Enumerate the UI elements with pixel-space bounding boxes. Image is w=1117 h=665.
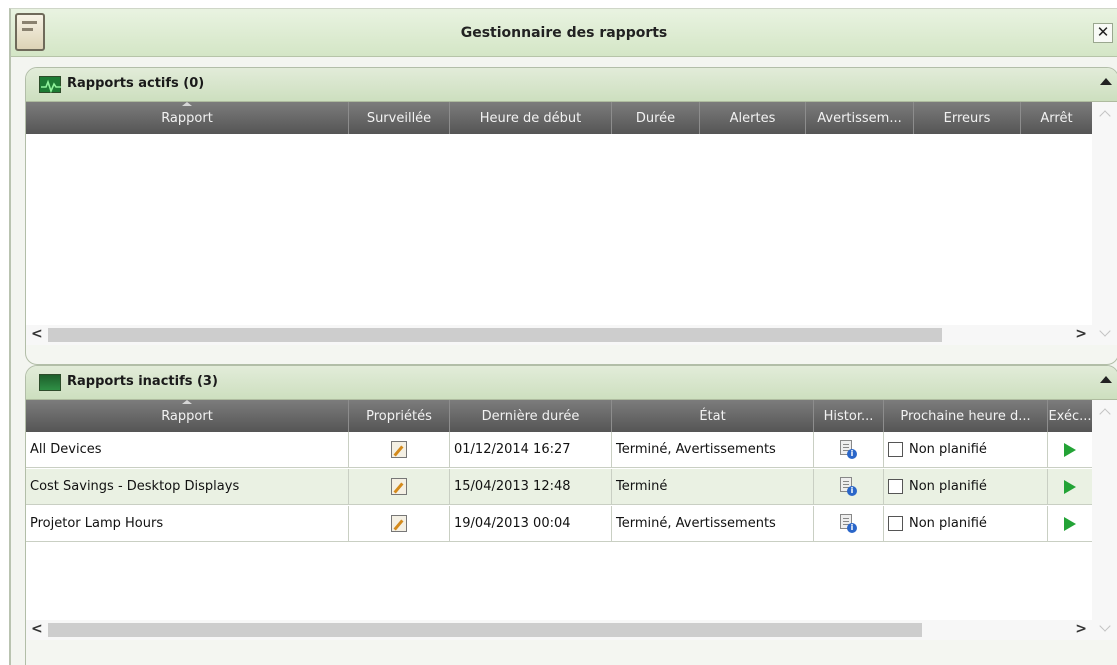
state: Terminé, Avertissements	[612, 432, 814, 468]
collapse-inactive-button[interactable]	[1100, 376, 1112, 383]
inactive-horizontal-scrollbar[interactable]: < >	[26, 620, 1092, 640]
sort-ascending-icon	[182, 400, 192, 404]
monitor-inactive-icon	[39, 374, 61, 391]
scroll-down-icon[interactable]	[1099, 325, 1111, 337]
active-reports-grid: Rapport Surveillée Heure de début Durée …	[26, 102, 1117, 345]
col-prochaine-heure[interactable]: Prochaine heure d...	[884, 400, 1048, 432]
col-rapport[interactable]: Rapport	[26, 102, 349, 134]
report-name[interactable]: Cost Savings - Desktop Displays	[26, 469, 349, 505]
history-cell[interactable]: i	[814, 506, 884, 542]
state: Terminé, Avertissements	[612, 506, 814, 542]
col-etat[interactable]: État	[612, 400, 814, 432]
schedule-label: Non planifié	[909, 479, 987, 494]
col-avertissements[interactable]: Avertissem...	[806, 102, 914, 134]
col-proprietes[interactable]: Propriétés	[349, 400, 450, 432]
play-icon[interactable]	[1064, 479, 1076, 494]
inactive-reports-grid: Rapport Propriétés Dernière durée État H…	[26, 400, 1117, 640]
table-row[interactable]: Projetor Lamp Hours 19/04/2013 00:04 Termi…	[26, 506, 1092, 542]
col-heure-debut[interactable]: Heure de début	[450, 102, 612, 134]
inactive-vertical-scrollbar[interactable]	[1092, 400, 1117, 640]
inactive-grid-header: Rapport Propriétés Dernière durée État H…	[26, 400, 1092, 432]
table-row[interactable]: Cost Savings - Desktop Displays 15/04/201…	[26, 469, 1092, 505]
inactive-reports-panel: Rapports inactifs (3) Rapport Propriétés…	[25, 365, 1117, 665]
sort-ascending-icon	[182, 102, 192, 106]
collapse-active-button[interactable]	[1100, 78, 1112, 85]
close-button[interactable]: ✕	[1093, 23, 1113, 43]
col-label: Rapport	[161, 111, 213, 126]
report-name[interactable]: Projetor Lamp Hours	[26, 506, 349, 542]
active-grid-header: Rapport Surveillée Heure de début Durée …	[26, 102, 1092, 134]
document-info-icon[interactable]: i	[840, 514, 857, 533]
scroll-right-icon[interactable]: >	[1075, 327, 1087, 341]
title-bar: Gestionnaire des rapports ✕	[11, 9, 1117, 57]
monitor-activity-icon	[39, 76, 61, 94]
active-scroll-thumb[interactable]	[48, 328, 942, 342]
edit-document-icon[interactable]	[391, 441, 407, 458]
schedule-cell: Non planifié	[884, 506, 1048, 542]
properties-cell[interactable]	[349, 469, 450, 505]
edit-document-icon[interactable]	[391, 515, 407, 532]
col-label: Rapport	[161, 409, 213, 424]
active-vertical-scrollbar[interactable]	[1092, 102, 1117, 345]
scroll-down-icon[interactable]	[1099, 620, 1111, 632]
run-cell[interactable]	[1048, 432, 1092, 468]
table-row[interactable]: All Devices 01/12/2014 16:27 Terminé, Aver…	[26, 432, 1092, 468]
last-duration: 19/04/2013 00:04	[450, 506, 612, 542]
schedule-cell: Non planifié	[884, 469, 1048, 505]
last-duration: 15/04/2013 12:48	[450, 469, 612, 505]
col-alertes[interactable]: Alertes	[700, 102, 806, 134]
active-reports-header[interactable]: Rapports actifs (0)	[26, 68, 1117, 102]
schedule-label: Non planifié	[909, 442, 987, 457]
schedule-checkbox[interactable]	[888, 442, 903, 457]
active-horizontal-scrollbar[interactable]: < >	[26, 325, 1092, 345]
col-rapport[interactable]: Rapport	[26, 400, 349, 432]
play-icon[interactable]	[1064, 442, 1076, 457]
inactive-scroll-thumb[interactable]	[48, 623, 922, 637]
col-surveillee[interactable]: Surveillée	[349, 102, 450, 134]
col-erreurs[interactable]: Erreurs	[914, 102, 1021, 134]
last-duration: 01/12/2014 16:27	[450, 432, 612, 468]
state: Terminé	[612, 469, 814, 505]
schedule-label: Non planifié	[909, 516, 987, 531]
col-historique[interactable]: Histor...	[814, 400, 884, 432]
history-cell[interactable]: i	[814, 469, 884, 505]
scroll-right-icon[interactable]: >	[1075, 622, 1087, 636]
play-icon[interactable]	[1064, 516, 1076, 531]
active-reports-panel: Rapports actifs (0) Rapport Surveillée H…	[25, 67, 1117, 365]
run-cell[interactable]	[1048, 469, 1092, 505]
run-cell[interactable]	[1048, 506, 1092, 542]
col-duree[interactable]: Durée	[612, 102, 700, 134]
scroll-left-icon[interactable]: <	[31, 622, 43, 636]
inactive-reports-title: Rapports inactifs (3)	[67, 374, 218, 389]
history-cell[interactable]: i	[814, 432, 884, 468]
scroll-up-icon[interactable]	[1099, 408, 1111, 420]
schedule-checkbox[interactable]	[888, 479, 903, 494]
col-arret[interactable]: Arrêt	[1021, 102, 1092, 134]
scroll-left-icon[interactable]: <	[31, 327, 43, 341]
inactive-reports-header[interactable]: Rapports inactifs (3)	[26, 366, 1117, 400]
edit-document-icon[interactable]	[391, 478, 407, 495]
active-reports-title: Rapports actifs (0)	[67, 76, 205, 91]
col-derniere-duree[interactable]: Dernière durée	[450, 400, 612, 432]
schedule-checkbox[interactable]	[888, 516, 903, 531]
document-info-icon[interactable]: i	[840, 477, 857, 496]
properties-cell[interactable]	[349, 432, 450, 468]
report-manager-window: Gestionnaire des rapports ✕ Rapports act…	[9, 8, 1117, 665]
window-title: Gestionnaire des rapports	[460, 25, 668, 41]
report-name[interactable]: All Devices	[26, 432, 349, 468]
properties-cell[interactable]	[349, 506, 450, 542]
col-execution[interactable]: Exéc...	[1048, 400, 1092, 432]
schedule-cell: Non planifié	[884, 432, 1048, 468]
scroll-up-icon[interactable]	[1099, 110, 1111, 122]
document-info-icon[interactable]: i	[840, 440, 857, 459]
